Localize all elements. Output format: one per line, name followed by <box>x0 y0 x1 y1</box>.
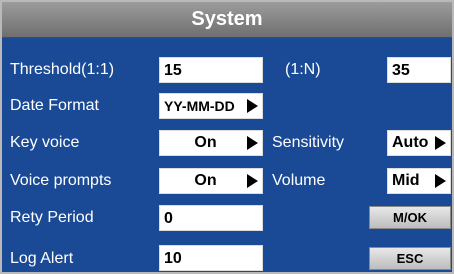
threshold-1n-label: (1:N) <box>285 61 321 78</box>
threshold-1n-value: 35 <box>392 62 410 79</box>
sensitivity-value: Auto <box>392 134 429 151</box>
log-alert-label: Log Alert <box>10 250 74 267</box>
voice-prompts-select[interactable]: On <box>159 168 263 194</box>
rety-period-value: 0 <box>164 210 173 227</box>
voice-prompts-value: On <box>194 172 217 189</box>
rety-period-input[interactable]: 0 <box>159 205 263 231</box>
key-voice-select[interactable]: On <box>159 130 263 156</box>
sensitivity-label: Sensitivity <box>272 134 345 151</box>
screen-title: System <box>191 8 263 30</box>
threshold-11-label: Threshold(1:1) <box>10 61 115 78</box>
ok-button[interactable]: M/OK <box>369 206 451 229</box>
key-voice-label: Key voice <box>10 134 80 151</box>
sensitivity-select[interactable]: Auto <box>387 130 451 156</box>
right-arrow-icon[interactable] <box>435 174 446 188</box>
volume-value: Mid <box>392 172 420 189</box>
right-arrow-icon[interactable] <box>247 136 258 150</box>
esc-button-label: ESC <box>396 251 424 266</box>
threshold-11-value: 15 <box>164 62 182 79</box>
right-arrow-icon[interactable] <box>435 136 446 150</box>
date-format-label: Date Format <box>10 97 99 114</box>
log-alert-value: 10 <box>164 250 182 267</box>
right-arrow-icon[interactable] <box>247 99 258 113</box>
log-alert-input[interactable]: 10 <box>159 245 263 271</box>
threshold-1n-input[interactable]: 35 <box>387 57 451 83</box>
system-settings-screen: System Threshold(1:1) 15 (1:N) 35 Date F… <box>0 0 454 274</box>
volume-label: Volume <box>272 172 326 189</box>
rety-period-label: Rety Period <box>10 209 94 226</box>
title-bar: System <box>2 2 452 38</box>
volume-select[interactable]: Mid <box>387 168 451 194</box>
date-format-value: YY-MM-DD <box>164 98 235 114</box>
esc-button[interactable]: ESC <box>369 247 451 270</box>
ok-button-label: M/OK <box>393 210 427 225</box>
right-arrow-icon[interactable] <box>247 174 258 188</box>
date-format-select[interactable]: YY-MM-DD <box>159 93 263 119</box>
voice-prompts-label: Voice prompts <box>10 172 112 189</box>
key-voice-value: On <box>194 134 217 151</box>
threshold-11-input[interactable]: 15 <box>159 57 263 83</box>
